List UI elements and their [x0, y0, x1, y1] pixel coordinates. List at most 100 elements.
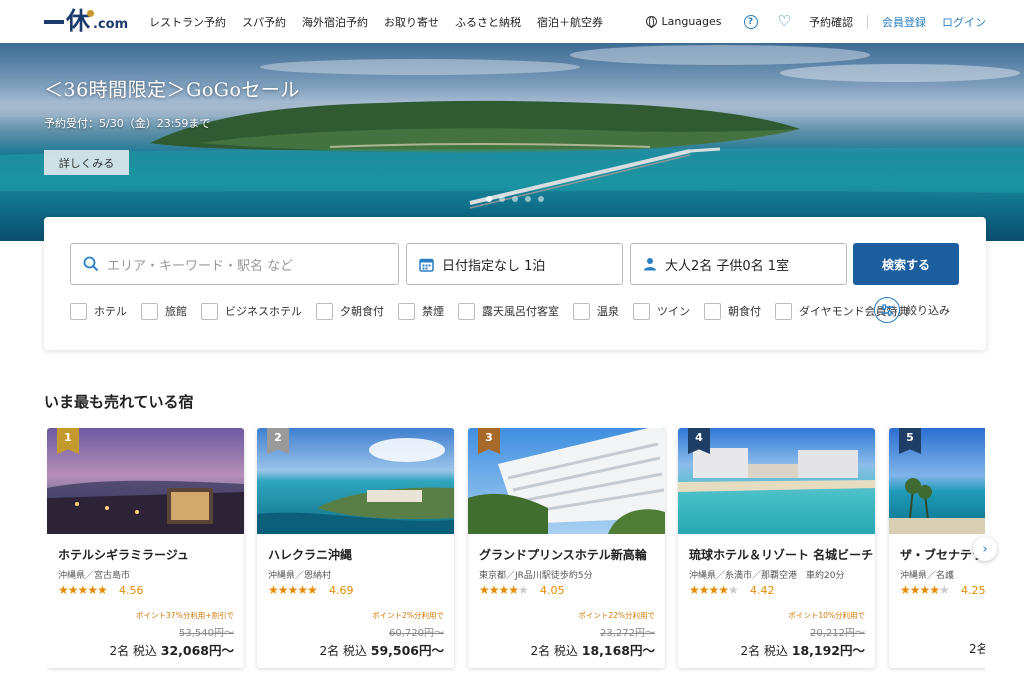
- guests-field[interactable]: 大人2名 子供0名 1室: [630, 243, 847, 285]
- carousel-dot[interactable]: [525, 196, 531, 202]
- filter-dinner-breakfast[interactable]: 夕朝食付: [316, 302, 384, 320]
- hotel-photo: 2: [257, 428, 454, 534]
- hero-image: [0, 45, 1024, 209]
- rating-score: 4.05: [540, 584, 565, 597]
- hero-banner[interactable]: ＜36時間限定＞GoGoセール 予約受付：5/30（金）23:59まで 詳しくみ…: [0, 43, 1024, 241]
- hero-details-button[interactable]: 詳しくみる: [44, 150, 129, 175]
- nav-spa[interactable]: スパ予約: [242, 14, 286, 30]
- hotel-card[interactable]: 4 琉球ホテル＆リゾート 名城ビーチ 沖縄県／糸満市／那覇空港 車約20分 ★★…: [678, 428, 875, 668]
- reservation-check-link[interactable]: 予約確認: [809, 14, 853, 30]
- site-header: 休 .com レストラン予約 スパ予約 海外宿泊予約 お取り寄せ ふるさと納税 …: [0, 0, 1024, 43]
- price-prefix: 2名 税込: [319, 644, 371, 658]
- hotel-location: 沖縄県／宮古島市: [58, 571, 131, 581]
- filter-open-air-bath-room[interactable]: 露天風呂付客室: [458, 302, 559, 320]
- date-picker-field[interactable]: 日付指定なし 1泊: [406, 243, 623, 285]
- hero-subtitle: 予約受付：5/30（金）23:59まで: [44, 117, 211, 130]
- ranking-title: いま最も売れている宿: [44, 393, 194, 411]
- search-button[interactable]: 検索する: [853, 243, 959, 285]
- filter-onsen[interactable]: 温泉: [573, 302, 619, 320]
- price-prefix: 2名 税込: [740, 644, 792, 658]
- logo-glyph: 休: [66, 8, 94, 34]
- carousel-dot[interactable]: [538, 196, 544, 202]
- hotel-card[interactable]: 1 ホテルシギラミラージュ 沖縄県／宮古島市 ★★★★★ 4.56 ポイント37…: [47, 428, 244, 668]
- checkbox[interactable]: [141, 302, 158, 320]
- filter-label: 露天風呂付客室: [482, 305, 559, 318]
- checkbox[interactable]: [398, 302, 415, 320]
- rating-stars: ★★★★★: [479, 583, 529, 597]
- hotel-name[interactable]: グランドプリンスホテル新高輪: [479, 546, 647, 563]
- price-value: 18,168円〜: [581, 643, 655, 658]
- site-logo[interactable]: 休 .com: [44, 8, 128, 34]
- nav-gourmet-order[interactable]: お取り寄せ: [384, 14, 439, 30]
- filter-ryokan[interactable]: 旅館: [141, 302, 187, 320]
- hotel-card[interactable]: 5 ザ・ブセナテラス 沖縄県／名護 ★★★★★ 4.25 2名: [889, 428, 985, 668]
- hotel-photo: 4: [678, 428, 875, 534]
- keyword-search-input[interactable]: エリア・キーワード・駅名 など: [70, 243, 399, 285]
- hotel-card[interactable]: 2 ハレクラニ沖縄 沖縄県／恩納村 ★★★★★ 4.69 ポイント2%分利用で …: [257, 428, 454, 668]
- price-value: 59,506円〜: [370, 643, 444, 658]
- checkbox[interactable]: [316, 302, 333, 320]
- price-prefix: 2名 税込: [109, 644, 161, 658]
- price-prefix: 2名 税込: [530, 644, 582, 658]
- star-empty-icon: ★: [518, 583, 529, 597]
- carousel-dot[interactable]: [486, 196, 492, 202]
- filter-label: ホテル: [94, 305, 127, 318]
- filter-label: 夕朝食付: [340, 305, 384, 318]
- filter-twin[interactable]: ツイン: [633, 302, 690, 320]
- checkbox[interactable]: [458, 302, 475, 320]
- hotel-photo: 5: [889, 428, 985, 534]
- hotel-name[interactable]: 琉球ホテル＆リゾート 名城ビーチ: [689, 546, 873, 563]
- promo-note: ポイント37%分利用+割引で: [136, 611, 234, 620]
- nav-furusato-tax[interactable]: ふるさと納税: [455, 14, 521, 30]
- rating-stars: ★★★★★: [689, 583, 739, 597]
- logo-mark: [44, 20, 64, 24]
- filter-non-smoking[interactable]: 禁煙: [398, 302, 444, 320]
- nav-restaurant[interactable]: レストラン予約: [149, 14, 226, 30]
- hotel-photo: 1: [47, 428, 244, 534]
- keyword-placeholder: エリア・キーワード・駅名 など: [107, 258, 294, 274]
- languages-link[interactable]: Languages: [645, 15, 722, 28]
- help-icon[interactable]: ?: [743, 14, 758, 29]
- narrow-down-button[interactable]: 絞り込み: [874, 297, 950, 323]
- globe-icon: [645, 16, 657, 28]
- heart-icon[interactable]: ♡: [778, 14, 791, 29]
- calendar-icon: [419, 257, 434, 272]
- ranking-carousel: 1 ホテルシギラミラージュ 沖縄県／宮古島市 ★★★★★ 4.56 ポイント37…: [47, 428, 985, 691]
- nav-hotel-flight[interactable]: 宿泊＋航空券: [537, 14, 603, 30]
- hotel-name[interactable]: ハレクラニ沖縄: [268, 546, 352, 563]
- original-price: 53,540円〜: [179, 628, 234, 639]
- nav-overseas-hotel[interactable]: 海外宿泊予約: [302, 14, 368, 30]
- rating-score: 4.42: [750, 584, 775, 597]
- original-price: 60,720円〜: [389, 628, 444, 639]
- hotel-card[interactable]: 3 グランドプリンスホテル新高輪 東京都／JR品川駅徒歩約5分 ★★★★★ 4.…: [468, 428, 665, 668]
- rating-stars: ★★★★★: [58, 583, 108, 597]
- checkbox[interactable]: [704, 302, 721, 320]
- price: 2名 税込 59,506円〜: [319, 640, 444, 659]
- search-icon: [83, 256, 99, 272]
- main-nav: レストラン予約 スパ予約 海外宿泊予約 お取り寄せ ふるさと納税 宿泊＋航空券: [149, 0, 619, 43]
- checkbox[interactable]: [573, 302, 590, 320]
- member-register-link[interactable]: 会員登録: [882, 14, 926, 30]
- price: 2名 税込 32,068円〜: [109, 640, 234, 659]
- filter-hotel[interactable]: ホテル: [70, 302, 127, 320]
- hotel-name[interactable]: ホテルシギラミラージュ: [58, 546, 189, 563]
- promo-note: ポイント2%分利用で: [372, 611, 444, 620]
- hotel-location: 東京都／JR品川駅徒歩約5分: [479, 571, 593, 581]
- filter-breakfast[interactable]: 朝食付: [704, 302, 761, 320]
- carousel-dot[interactable]: [499, 196, 505, 202]
- filter-business-hotel[interactable]: ビジネスホテル: [201, 302, 302, 320]
- rating-score: 4.25: [961, 584, 985, 597]
- login-link[interactable]: ログイン: [942, 14, 986, 30]
- carousel-dot[interactable]: [512, 196, 518, 202]
- hero-title: ＜36時間限定＞GoGoセール: [44, 79, 300, 101]
- checkbox[interactable]: [70, 302, 87, 320]
- filter-sliders-icon: [874, 297, 900, 323]
- carousel-next-button[interactable]: ›: [973, 537, 997, 561]
- checkbox[interactable]: [633, 302, 650, 320]
- checkbox[interactable]: [775, 302, 792, 320]
- filter-label: 禁煙: [422, 305, 444, 318]
- person-icon: [643, 257, 657, 271]
- checkbox[interactable]: [201, 302, 218, 320]
- rating-score: 4.69: [329, 584, 354, 597]
- narrow-down-label: 絞り込み: [906, 304, 950, 317]
